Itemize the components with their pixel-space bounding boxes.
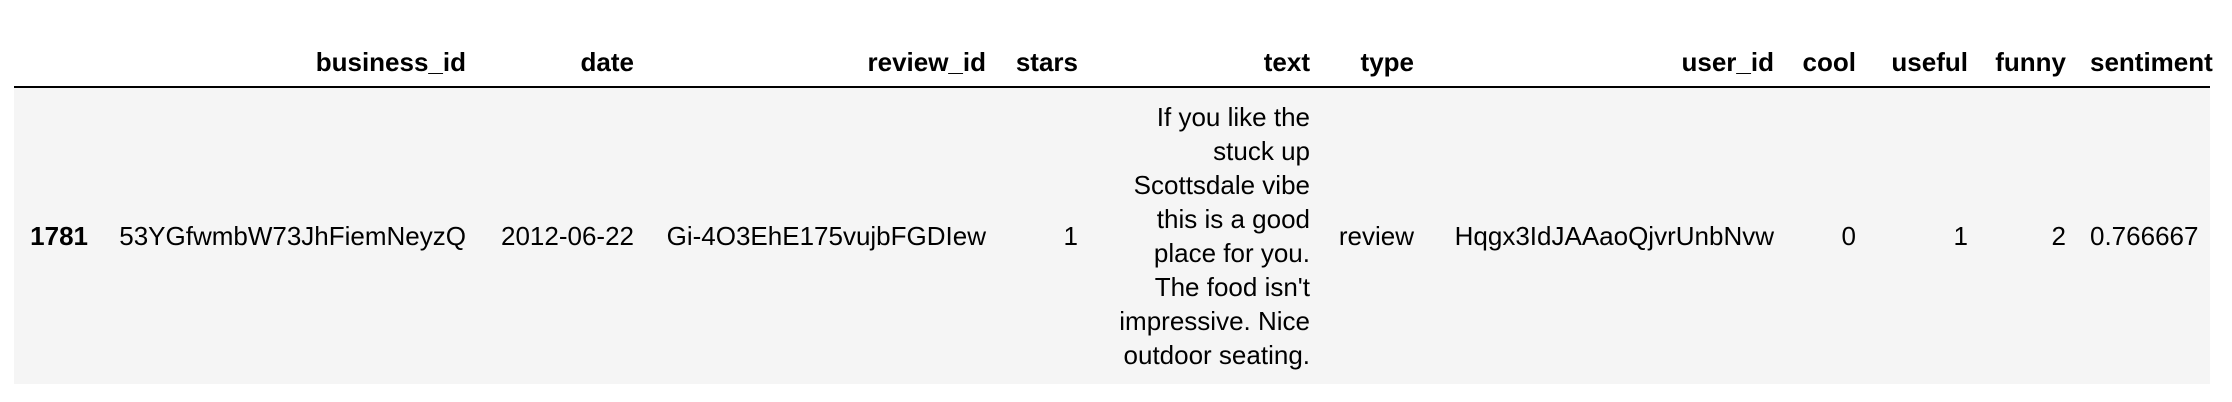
header-row: business_id date review_id stars text ty… bbox=[14, 22, 2213, 88]
cell-cool: 0 bbox=[1841, 220, 1856, 251]
review-text: If you like the stuck up Scottsdale vibe… bbox=[1119, 102, 1310, 370]
header-business-id: business_id bbox=[100, 22, 478, 88]
cell-date: 2012-06-22 bbox=[501, 220, 634, 251]
row-index: 1781 bbox=[30, 220, 88, 251]
table-row: 1781 53YGfwmbW73JhFiemNeyzQ 2012-06-22 G… bbox=[14, 87, 2210, 384]
dataframe-table: business_id date review_id stars text ty… bbox=[14, 22, 2213, 384]
cell-useful: 1 bbox=[1953, 220, 1968, 251]
header-text: text bbox=[1090, 22, 1322, 88]
header-review-id: review_id bbox=[646, 22, 998, 88]
table-header: business_id date review_id stars text ty… bbox=[14, 22, 2213, 88]
header-funny: funny bbox=[1980, 22, 2078, 88]
header-sentiment: sentiment bbox=[2078, 22, 2213, 88]
cell-review-id: Gi-4O3EhE175vujbFGDIew bbox=[666, 220, 986, 251]
cell-text: If you like the stuck up Scottsdale vibe… bbox=[1090, 87, 1322, 384]
cell-stars: 1 bbox=[1063, 220, 1078, 251]
cell-type: review bbox=[1338, 220, 1414, 251]
dataframe-output: business_id date review_id stars text ty… bbox=[14, 22, 2213, 384]
header-date: date bbox=[478, 22, 646, 88]
header-user-id: user_id bbox=[1426, 22, 1786, 88]
cell-sentiment: 0.766667 bbox=[2090, 220, 2199, 251]
cell-funny: 2 bbox=[2051, 220, 2066, 251]
header-stars: stars bbox=[998, 22, 1090, 88]
header-index bbox=[14, 22, 100, 88]
cell-user-id: Hqgx3IdJAAaoQjvrUnbNvw bbox=[1454, 220, 1774, 251]
header-useful: useful bbox=[1868, 22, 1980, 88]
header-cool: cool bbox=[1786, 22, 1868, 88]
header-type: type bbox=[1322, 22, 1426, 88]
table-body: 1781 53YGfwmbW73JhFiemNeyzQ 2012-06-22 G… bbox=[14, 87, 2210, 384]
cell-business-id: 53YGfwmbW73JhFiemNeyzQ bbox=[119, 220, 466, 251]
